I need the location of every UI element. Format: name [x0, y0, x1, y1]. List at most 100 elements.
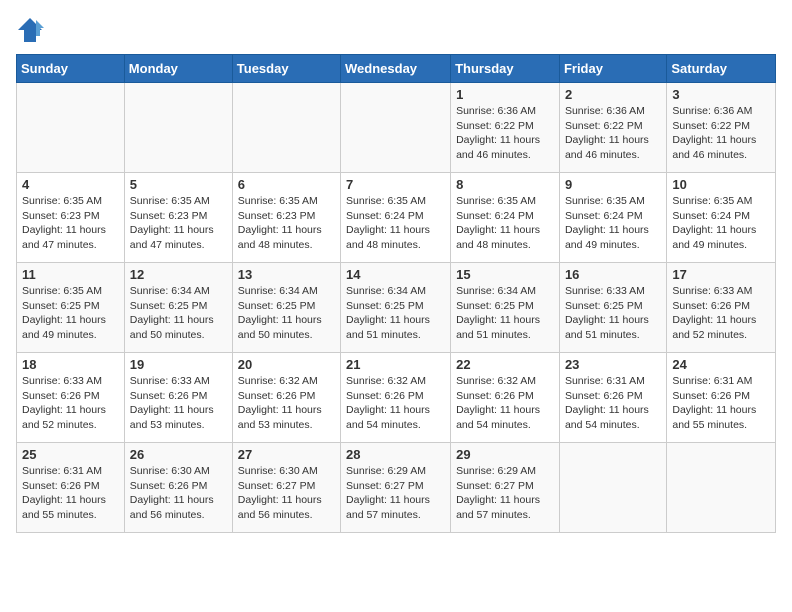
calendar-cell: 20 Sunrise: 6:32 AM Sunset: 6:26 PM Dayli… — [232, 353, 340, 443]
day-number: 3 — [672, 87, 770, 102]
day-info: Sunrise: 6:33 AM Sunset: 6:26 PM Dayligh… — [672, 284, 770, 343]
day-info: Sunrise: 6:35 AM Sunset: 6:24 PM Dayligh… — [565, 194, 661, 253]
day-number: 21 — [346, 357, 445, 372]
day-info: Sunrise: 6:35 AM Sunset: 6:23 PM Dayligh… — [22, 194, 119, 253]
day-number: 22 — [456, 357, 554, 372]
day-info: Sunrise: 6:33 AM Sunset: 6:26 PM Dayligh… — [22, 374, 119, 433]
weekday-header-tuesday: Tuesday — [232, 55, 340, 83]
logo — [16, 16, 48, 44]
day-number: 23 — [565, 357, 661, 372]
day-info: Sunrise: 6:36 AM Sunset: 6:22 PM Dayligh… — [456, 104, 554, 163]
calendar-cell: 18 Sunrise: 6:33 AM Sunset: 6:26 PM Dayli… — [17, 353, 125, 443]
week-row-1: 1Sunrise: 6:36 AM Sunset: 6:22 PM Daylig… — [17, 83, 776, 173]
weekday-header-thursday: Thursday — [451, 55, 560, 83]
day-number: 2 — [565, 87, 661, 102]
day-number: 18 — [22, 357, 119, 372]
logo-icon — [16, 16, 44, 44]
day-info: Sunrise: 6:35 AM Sunset: 6:24 PM Dayligh… — [456, 194, 554, 253]
calendar-cell: 2 Sunrise: 6:36 AM Sunset: 6:22 PM Daylig… — [559, 83, 666, 173]
weekday-header-wednesday: Wednesday — [341, 55, 451, 83]
day-number: 11 — [22, 267, 119, 282]
calendar-cell: 24 Sunrise: 6:31 AM Sunset: 6:26 PM Dayli… — [667, 353, 776, 443]
day-number: 24 — [672, 357, 770, 372]
calendar-table: SundayMondayTuesdayWednesdayThursdayFrid… — [16, 54, 776, 533]
calendar-cell: 13 Sunrise: 6:34 AM Sunset: 6:25 PM Dayli… — [232, 263, 340, 353]
weekday-header-monday: Monday — [124, 55, 232, 83]
day-info: Sunrise: 6:35 AM Sunset: 6:23 PM Dayligh… — [130, 194, 227, 253]
calendar-cell: 19 Sunrise: 6:33 AM Sunset: 6:26 PM Dayli… — [124, 353, 232, 443]
day-number: 26 — [130, 447, 227, 462]
day-info: Sunrise: 6:32 AM Sunset: 6:26 PM Dayligh… — [456, 374, 554, 433]
week-row-3: 11 Sunrise: 6:35 AM Sunset: 6:25 PM Dayli… — [17, 263, 776, 353]
day-number: 8 — [456, 177, 554, 192]
day-info: Sunrise: 6:29 AM Sunset: 6:27 PM Dayligh… — [346, 464, 445, 523]
calendar-cell: 29 Sunrise: 6:29 AM Sunset: 6:27 PM Dayli… — [451, 443, 560, 533]
day-number: 12 — [130, 267, 227, 282]
day-number: 19 — [130, 357, 227, 372]
day-number: 5 — [130, 177, 227, 192]
calendar-cell: 1Sunrise: 6:36 AM Sunset: 6:22 PM Daylig… — [451, 83, 560, 173]
calendar-cell — [341, 83, 451, 173]
weekday-header-saturday: Saturday — [667, 55, 776, 83]
day-info: Sunrise: 6:29 AM Sunset: 6:27 PM Dayligh… — [456, 464, 554, 523]
calendar-cell: 12 Sunrise: 6:34 AM Sunset: 6:25 PM Dayli… — [124, 263, 232, 353]
page-header — [16, 16, 776, 44]
calendar-cell: 5 Sunrise: 6:35 AM Sunset: 6:23 PM Daylig… — [124, 173, 232, 263]
day-info: Sunrise: 6:34 AM Sunset: 6:25 PM Dayligh… — [456, 284, 554, 343]
calendar-cell — [559, 443, 666, 533]
day-info: Sunrise: 6:34 AM Sunset: 6:25 PM Dayligh… — [130, 284, 227, 343]
calendar-cell: 21 Sunrise: 6:32 AM Sunset: 6:26 PM Dayli… — [341, 353, 451, 443]
week-row-2: 4 Sunrise: 6:35 AM Sunset: 6:23 PM Daylig… — [17, 173, 776, 263]
day-info: Sunrise: 6:31 AM Sunset: 6:26 PM Dayligh… — [565, 374, 661, 433]
day-info: Sunrise: 6:34 AM Sunset: 6:25 PM Dayligh… — [238, 284, 335, 343]
day-info: Sunrise: 6:30 AM Sunset: 6:27 PM Dayligh… — [238, 464, 335, 523]
day-number: 20 — [238, 357, 335, 372]
day-info: Sunrise: 6:33 AM Sunset: 6:25 PM Dayligh… — [565, 284, 661, 343]
calendar-cell: 22 Sunrise: 6:32 AM Sunset: 6:26 PM Dayli… — [451, 353, 560, 443]
day-number: 10 — [672, 177, 770, 192]
day-info: Sunrise: 6:35 AM Sunset: 6:23 PM Dayligh… — [238, 194, 335, 253]
calendar-cell: 9 Sunrise: 6:35 AM Sunset: 6:24 PM Daylig… — [559, 173, 666, 263]
day-number: 9 — [565, 177, 661, 192]
day-info: Sunrise: 6:36 AM Sunset: 6:22 PM Dayligh… — [672, 104, 770, 163]
calendar-cell: 25 Sunrise: 6:31 AM Sunset: 6:26 PM Dayli… — [17, 443, 125, 533]
day-info: Sunrise: 6:35 AM Sunset: 6:24 PM Dayligh… — [346, 194, 445, 253]
day-info: Sunrise: 6:30 AM Sunset: 6:26 PM Dayligh… — [130, 464, 227, 523]
day-info: Sunrise: 6:35 AM Sunset: 6:24 PM Dayligh… — [672, 194, 770, 253]
day-number: 16 — [565, 267, 661, 282]
day-info: Sunrise: 6:32 AM Sunset: 6:26 PM Dayligh… — [346, 374, 445, 433]
day-number: 6 — [238, 177, 335, 192]
weekday-header-row: SundayMondayTuesdayWednesdayThursdayFrid… — [17, 55, 776, 83]
calendar-cell — [17, 83, 125, 173]
calendar-cell: 14Sunrise: 6:34 AM Sunset: 6:25 PM Dayli… — [341, 263, 451, 353]
calendar-cell — [124, 83, 232, 173]
calendar-cell: 27 Sunrise: 6:30 AM Sunset: 6:27 PM Dayli… — [232, 443, 340, 533]
day-number: 28 — [346, 447, 445, 462]
day-info: Sunrise: 6:34 AM Sunset: 6:25 PM Dayligh… — [346, 284, 445, 343]
calendar-cell — [232, 83, 340, 173]
day-info: Sunrise: 6:36 AM Sunset: 6:22 PM Dayligh… — [565, 104, 661, 163]
day-number: 25 — [22, 447, 119, 462]
day-info: Sunrise: 6:33 AM Sunset: 6:26 PM Dayligh… — [130, 374, 227, 433]
day-number: 13 — [238, 267, 335, 282]
day-number: 15 — [456, 267, 554, 282]
day-number: 29 — [456, 447, 554, 462]
calendar-cell: 26 Sunrise: 6:30 AM Sunset: 6:26 PM Dayli… — [124, 443, 232, 533]
calendar-cell: 11 Sunrise: 6:35 AM Sunset: 6:25 PM Dayli… — [17, 263, 125, 353]
week-row-4: 18 Sunrise: 6:33 AM Sunset: 6:26 PM Dayli… — [17, 353, 776, 443]
day-info: Sunrise: 6:31 AM Sunset: 6:26 PM Dayligh… — [22, 464, 119, 523]
calendar-cell: 6 Sunrise: 6:35 AM Sunset: 6:23 PM Daylig… — [232, 173, 340, 263]
day-number: 27 — [238, 447, 335, 462]
calendar-cell: 16 Sunrise: 6:33 AM Sunset: 6:25 PM Dayli… — [559, 263, 666, 353]
day-info: Sunrise: 6:32 AM Sunset: 6:26 PM Dayligh… — [238, 374, 335, 433]
day-number: 7 — [346, 177, 445, 192]
day-info: Sunrise: 6:35 AM Sunset: 6:25 PM Dayligh… — [22, 284, 119, 343]
day-number: 4 — [22, 177, 119, 192]
calendar-cell: 28 Sunrise: 6:29 AM Sunset: 6:27 PM Dayli… — [341, 443, 451, 533]
calendar-cell: 4 Sunrise: 6:35 AM Sunset: 6:23 PM Daylig… — [17, 173, 125, 263]
calendar-cell: 7 Sunrise: 6:35 AM Sunset: 6:24 PM Daylig… — [341, 173, 451, 263]
weekday-header-sunday: Sunday — [17, 55, 125, 83]
day-info: Sunrise: 6:31 AM Sunset: 6:26 PM Dayligh… — [672, 374, 770, 433]
calendar-cell: 23 Sunrise: 6:31 AM Sunset: 6:26 PM Dayli… — [559, 353, 666, 443]
weekday-header-friday: Friday — [559, 55, 666, 83]
